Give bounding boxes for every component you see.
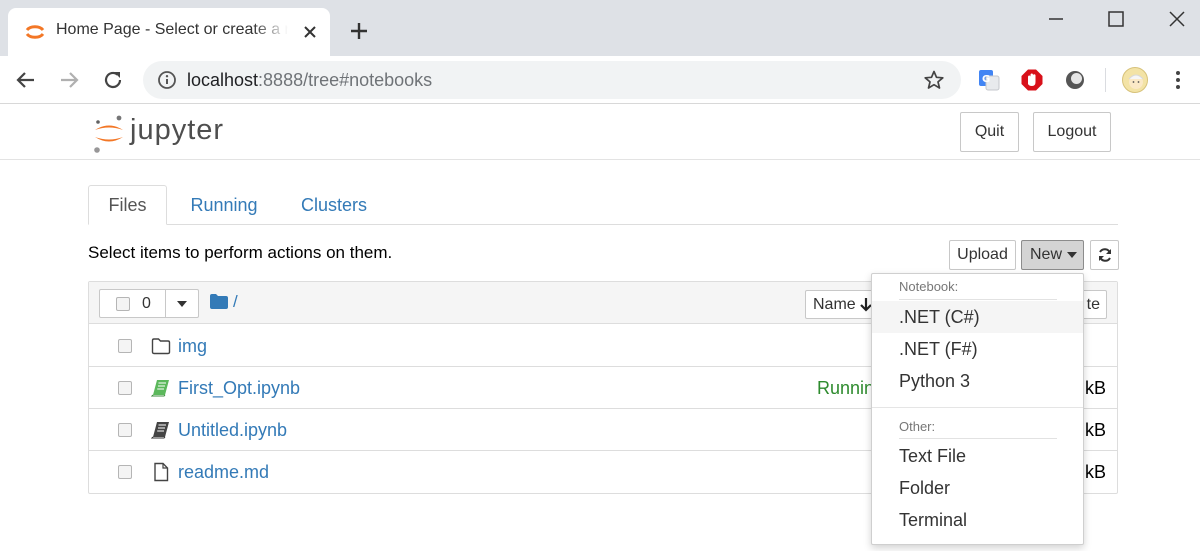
- file-size: kB: [1085, 420, 1107, 440]
- jupyter-logo-text: jupyter: [130, 114, 225, 146]
- new-tab-plus-icon[interactable]: [348, 20, 370, 42]
- jupyter-logo-icon: [94, 115, 123, 153]
- menu-item-terminal[interactable]: Terminal: [872, 504, 1083, 536]
- menu-divider: [872, 407, 1083, 408]
- tab-files[interactable]: Files: [88, 185, 167, 225]
- tab-running[interactable]: Running: [178, 185, 270, 225]
- url-host: localhost: [187, 70, 259, 90]
- browser-tab-title: Home Page - Select or create a notebook: [56, 21, 288, 38]
- bookmark-star-icon[interactable]: [923, 69, 945, 91]
- svg-text:G: G: [982, 74, 990, 85]
- file-name[interactable]: readme.md: [178, 462, 269, 483]
- maximize-window-icon[interactable]: [1105, 8, 1127, 30]
- upload-button[interactable]: Upload: [949, 240, 1016, 270]
- browser-tab-strip: Home Page - Select or create a notebook: [0, 0, 1200, 56]
- jupyter-logo[interactable]: jupyter: [92, 109, 252, 155]
- minimize-window-icon[interactable]: [1045, 8, 1067, 30]
- notebook-running-icon: [151, 380, 169, 397]
- forward-arrow-icon[interactable]: [57, 68, 81, 92]
- tab-clusters[interactable]: Clusters: [289, 185, 379, 225]
- caret-down-icon: [1067, 252, 1078, 258]
- close-tab-icon[interactable]: [300, 22, 320, 42]
- logout-button[interactable]: Logout: [1033, 112, 1111, 152]
- menu-item-dotnet-fsharp[interactable]: .NET (F#): [872, 333, 1083, 365]
- current-path[interactable]: /: [233, 292, 238, 312]
- toolbar-separator: [1105, 68, 1106, 92]
- jupyter-header: jupyter Quit Logout: [0, 105, 1200, 160]
- sort-name-button[interactable]: Name: [805, 290, 880, 319]
- menu-item-text-file[interactable]: Text File: [872, 440, 1083, 472]
- new-dropdown-menu: Notebook: .NET (C#) .NET (F#) Python 3 O…: [871, 273, 1084, 545]
- url-text: localhost:8888/tree#notebooks: [187, 70, 432, 90]
- selected-count: 0: [142, 295, 151, 312]
- new-dropdown-button[interactable]: New: [1021, 240, 1084, 270]
- profile-avatar-icon[interactable]: [1122, 67, 1148, 93]
- notebook-section-rule: [899, 299, 1057, 300]
- select-all-group: 0: [99, 289, 199, 318]
- file-size: kB: [1085, 378, 1107, 398]
- sort-modified-label: te: [1086, 295, 1100, 313]
- menu-item-folder[interactable]: Folder: [872, 472, 1083, 504]
- close-window-icon[interactable]: [1166, 8, 1188, 30]
- row-checkbox[interactable]: [118, 381, 132, 395]
- notebook-section-header: Notebook:: [899, 279, 959, 294]
- site-info-icon[interactable]: [157, 70, 177, 90]
- other-section-header: Other:: [899, 419, 936, 434]
- menu-item-dotnet-csharp[interactable]: .NET (C#): [872, 301, 1083, 333]
- file-icon: [154, 462, 169, 482]
- browser-toolbar: localhost:8888/tree#notebooks G: [0, 56, 1200, 104]
- file-size: kB: [1085, 462, 1107, 482]
- refresh-icon: [1098, 248, 1111, 262]
- file-name[interactable]: img: [178, 336, 207, 357]
- other-section-rule: [899, 438, 1057, 439]
- quit-button[interactable]: Quit: [960, 112, 1019, 152]
- file-name[interactable]: First_Opt.ipynb: [178, 378, 300, 399]
- selection-menu-divider: [165, 290, 166, 317]
- adblock-extension-icon[interactable]: [1020, 68, 1044, 92]
- sort-name-label: Name: [813, 295, 856, 313]
- refresh-list-button[interactable]: [1090, 240, 1119, 270]
- row-checkbox[interactable]: [118, 423, 132, 437]
- new-button-label: New: [1030, 246, 1063, 263]
- selection-menu-caret-icon[interactable]: [177, 301, 187, 307]
- instructions-text: Select items to perform actions on them.: [88, 243, 393, 262]
- menu-item-python3[interactable]: Python 3: [872, 365, 1083, 397]
- row-checkbox[interactable]: [118, 465, 132, 479]
- url-path: :8888/tree#notebooks: [258, 70, 433, 90]
- back-arrow-icon[interactable]: [14, 68, 38, 92]
- google-translate-extension-icon[interactable]: G: [977, 68, 1001, 92]
- browser-menu-kebab-icon[interactable]: [1166, 68, 1190, 92]
- select-all-checkbox[interactable]: [116, 297, 130, 311]
- file-name[interactable]: Untitled.ipynb: [178, 420, 287, 441]
- folder-home-icon[interactable]: [210, 294, 228, 309]
- address-bar[interactable]: localhost:8888/tree#notebooks: [143, 61, 961, 99]
- notebook-icon: [151, 422, 169, 439]
- folder-icon: [151, 338, 171, 355]
- row-checkbox[interactable]: [118, 339, 132, 353]
- reload-icon[interactable]: [101, 68, 125, 92]
- circle-extension-icon[interactable]: [1063, 68, 1087, 92]
- browser-tab[interactable]: Home Page - Select or create a notebook: [8, 8, 330, 56]
- jupyter-favicon-icon: [25, 25, 45, 39]
- sort-arrow-down-icon: [859, 297, 872, 312]
